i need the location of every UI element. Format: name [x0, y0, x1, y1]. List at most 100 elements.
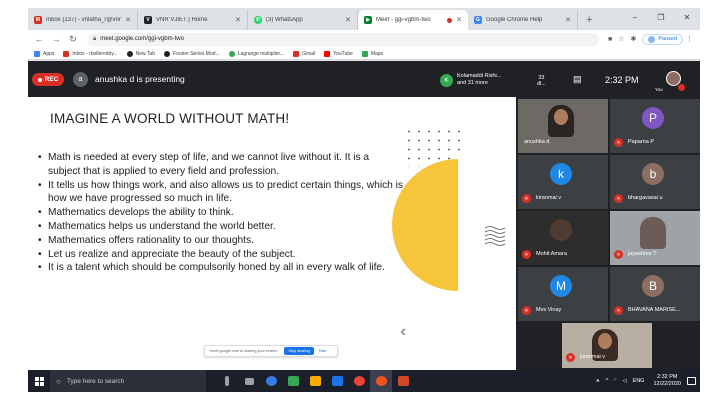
participant-tile[interactable]: ✕ kiranmai v — [562, 323, 652, 368]
participant-tile[interactable]: ✕ jayashree T — [610, 211, 700, 265]
bookmark-inbox[interactable]: Inbox - rbollereddy... — [63, 50, 118, 57]
participant-name: BHAVANA MARISE... — [628, 307, 681, 313]
bookmark-gmail[interactable]: Gmail — [293, 50, 316, 57]
close-icon[interactable]: ✕ — [565, 16, 571, 24]
presenting-text: anushka d is presenting — [95, 74, 185, 84]
extensions-icon[interactable]: ✱ — [630, 35, 636, 43]
close-icon[interactable]: ✕ — [125, 16, 131, 24]
participant-name: bhargavasai u — [628, 195, 663, 201]
mic-off-icon: ✕ — [522, 194, 531, 203]
tab-label: Inbox (137) - vnlatha_r@vnrvjiet... — [46, 17, 121, 23]
screen: M Inbox (137) - vnlatha_r@vnrvjiet... ✕ … — [28, 8, 700, 392]
search-icon: ○ — [56, 376, 61, 386]
language-indicator[interactable]: ENG — [633, 378, 645, 384]
forward-icon[interactable]: → — [49, 32, 63, 46]
clock-time: 2:32 PM — [656, 374, 678, 380]
globe-icon — [164, 50, 170, 57]
people-count-button[interactable]: 33 dl... — [537, 75, 546, 87]
bookmark-label: Apps — [43, 50, 55, 57]
mic-icon[interactable] — [216, 370, 238, 392]
reload-icon[interactable]: ↻ — [66, 32, 80, 46]
gmail-icon — [63, 50, 70, 57]
bookmark-maps[interactable]: Maps — [361, 50, 383, 57]
powerpoint-icon[interactable] — [392, 370, 414, 392]
toolbar-actions: ■ ☆ ✱ Paused ⋮ — [605, 33, 696, 45]
notification-center-icon[interactable] — [687, 377, 696, 385]
close-icon[interactable]: ✕ — [456, 16, 462, 24]
taskbar-apps — [216, 370, 414, 392]
participants-chip-line2: and 31 more — [457, 80, 488, 86]
file-explorer-icon[interactable] — [304, 370, 326, 392]
minimize-button[interactable]: – — [622, 8, 648, 26]
tab-whatsapp[interactable]: ✆ (3) WhatsApp ✕ — [248, 10, 358, 30]
participant-tile[interactable]: k ✕ kiranmai v — [518, 155, 608, 209]
profile-button[interactable]: Paused — [642, 33, 683, 45]
participants-chip[interactable]: K Kolamaddi Rishi... and 31 more — [440, 73, 501, 87]
participant-name: kiranmai v — [580, 354, 606, 360]
mail-icon[interactable] — [326, 370, 348, 392]
bookmark-label: YouTube — [333, 50, 353, 57]
tab-meet[interactable]: ▶ Meet - ggi-vgbm-two ✕ — [358, 10, 468, 30]
menu-icon[interactable]: ⋮ — [686, 35, 693, 43]
wifi-icon[interactable]: ◜ — [614, 378, 616, 384]
chevron-up-icon[interactable]: ^ — [606, 378, 609, 384]
taskbar-search[interactable]: ○ Type here to search — [50, 370, 206, 392]
participant-tile[interactable]: ✕ Mohit Amara — [518, 211, 608, 265]
globe-icon — [126, 50, 133, 57]
participant-grid: anushka d P ✕ Paparna P k ✕ kiranmai v b… — [516, 97, 700, 370]
tab-gmail[interactable]: M Inbox (137) - vnlatha_r@vnrvjiet... ✕ — [28, 10, 138, 30]
edge-icon[interactable] — [260, 370, 282, 392]
star-icon[interactable]: ☆ — [618, 35, 624, 43]
stop-sharing-button[interactable]: Stop sharing — [284, 347, 314, 355]
mic-off-icon: ✕ — [614, 250, 623, 259]
bookmark-youtube[interactable]: YouTube — [324, 50, 353, 57]
tab-label: (3) WhatsApp — [266, 17, 303, 23]
bookmark-lagrange[interactable]: Lagrange multiplier... — [228, 50, 284, 57]
clock[interactable]: 2:32 PM 12/22/2020 — [653, 374, 681, 388]
bookmark-label: Gmail — [302, 50, 316, 57]
store-icon[interactable] — [282, 370, 304, 392]
avatar: P — [642, 107, 664, 129]
mic-off-icon: ✕ — [566, 353, 575, 362]
close-icon[interactable]: ✕ — [345, 16, 351, 24]
url-text: meet.google.com/ggi-vgbm-two — [100, 36, 184, 42]
bookmark-apps[interactable]: Apps — [34, 50, 55, 57]
bookmark-new-tab[interactable]: New Tab — [126, 50, 155, 57]
slide-title: IMAGINE A WORLD WITHOUT MATH! — [50, 111, 290, 126]
url-field[interactable]: 🔒︎ meet.google.com/ggi-vgbm-two — [87, 32, 599, 46]
bookmarks-bar: Apps Inbox - rbollereddy... New Tab Four… — [28, 48, 700, 60]
camera-icon[interactable]: ■ — [608, 36, 612, 43]
maximize-button[interactable]: ❐ — [648, 8, 674, 26]
meet-icon: ▶ — [364, 16, 372, 24]
participant-tile[interactable]: M ✕ Mvs Vinay — [518, 267, 608, 321]
participant-name: Mvs Vinay — [536, 307, 562, 313]
new-tab-button[interactable]: + — [578, 10, 600, 30]
windows-start-icon[interactable] — [28, 370, 50, 392]
video-face — [554, 109, 568, 125]
tab-vnr[interactable]: V VNR VJIET | Home ✕ — [138, 10, 248, 30]
bookmark-fourier[interactable]: Fourier Series Mod... — [164, 50, 220, 57]
bullet-item: Let us realize and appreciate the beauty… — [36, 248, 404, 262]
search-placeholder: Type here to search — [66, 377, 125, 385]
back-icon[interactable]: ← — [32, 32, 46, 46]
participant-tile[interactable]: b ✕ bhargavasai u — [610, 155, 700, 209]
hide-button[interactable]: Hide — [319, 349, 327, 353]
share-notice-text: meet.google.com is sharing your screen. — [210, 349, 279, 353]
chrome-icon[interactable] — [348, 370, 370, 392]
task-view-icon[interactable] — [238, 370, 260, 392]
avatar: b — [642, 163, 664, 185]
close-window-button[interactable]: ✕ — [674, 8, 700, 26]
video-face — [598, 333, 612, 349]
people-icon[interactable]: ጰ — [596, 378, 599, 385]
chrome-active-icon[interactable] — [370, 370, 392, 392]
tab-chrome-help[interactable]: G Google Chrome Help ✕ — [468, 10, 578, 30]
meet-header: REC a anushka d is presenting K Kolamadd… — [28, 61, 700, 97]
notification-badge — [678, 84, 685, 91]
close-icon[interactable]: ✕ — [235, 16, 241, 24]
participant-tile[interactable]: B ✕ BHAVANA MARISE... — [610, 267, 700, 321]
participant-tile[interactable]: P ✕ Paparna P — [610, 99, 700, 153]
volume-icon[interactable]: ◁ — [622, 378, 626, 384]
chat-icon[interactable]: ▤ — [573, 74, 582, 85]
participant-name: Mohit Amara — [536, 251, 567, 257]
participant-tile[interactable]: anushka d — [518, 99, 608, 153]
